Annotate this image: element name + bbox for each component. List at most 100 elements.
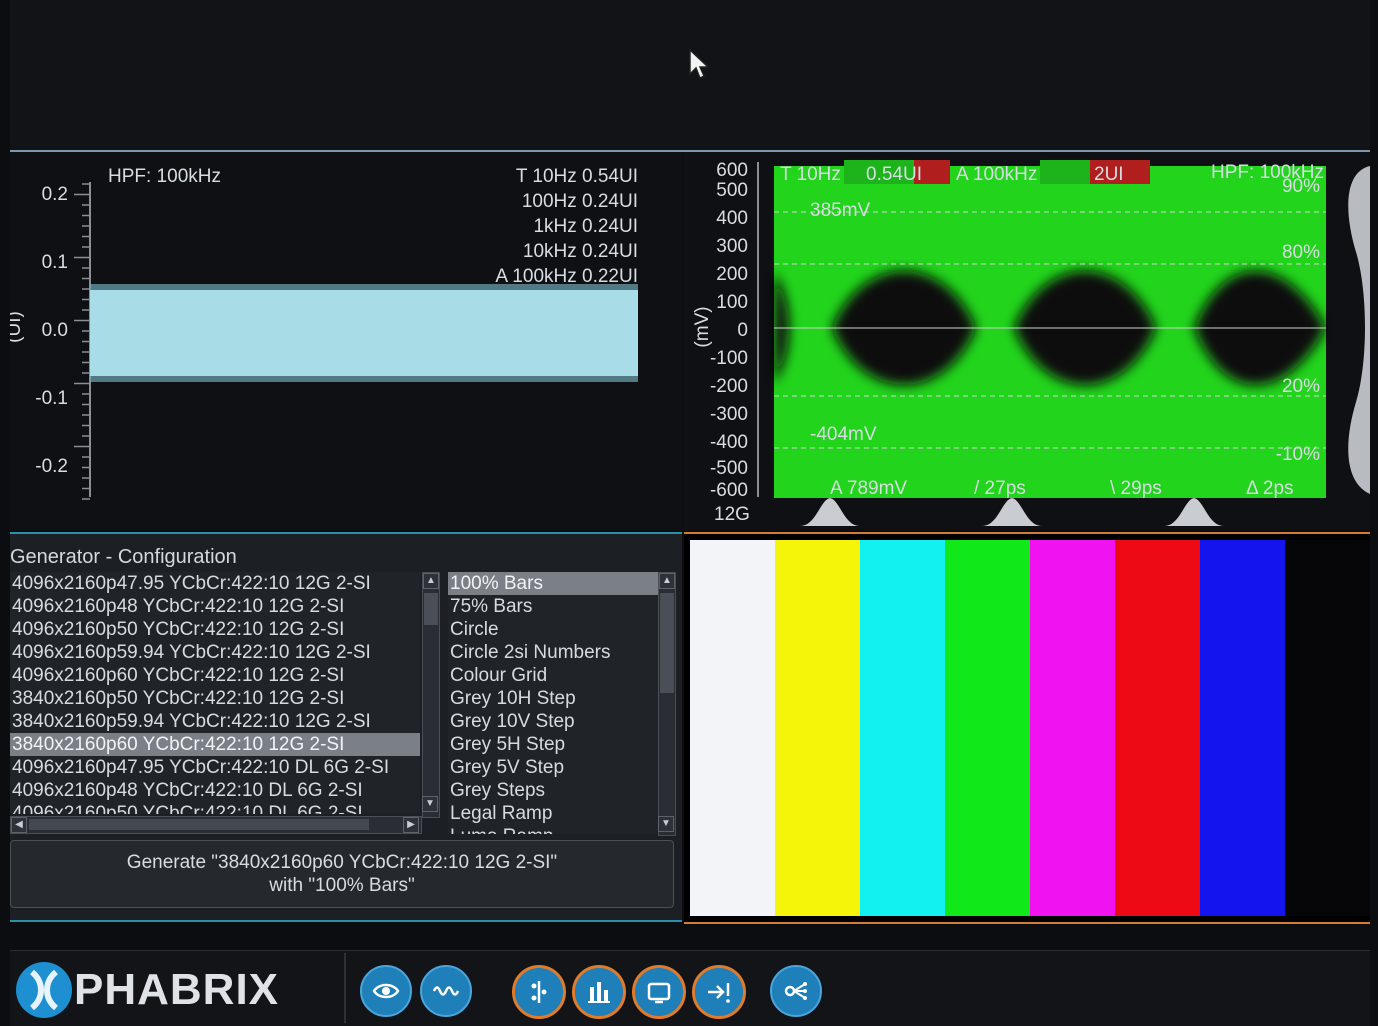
eye-tick-400: 400 (716, 208, 748, 229)
eye-tick-neg600: -600 (710, 480, 748, 501)
format-list-item[interactable]: 4096x2160p47.95 YCbCr:422:10 DL 6G 2-SI (10, 756, 420, 779)
eye-pct-top: 90% (1282, 176, 1320, 197)
eye-tick-100: 100 (716, 292, 748, 313)
histogram-peak-2 (982, 498, 1042, 526)
generate-button-line2: with "100% Bars" (269, 875, 415, 896)
pattern-list-item[interactable]: 100% Bars (448, 572, 658, 595)
pattern-list-item[interactable]: Grey 5H Step (448, 733, 658, 756)
eye-t-value: 0.54UI (866, 164, 922, 185)
bar-chart-button[interactable] (572, 965, 626, 1019)
screen-icon (647, 982, 671, 1004)
eye-tick-neg300: -300 (710, 404, 748, 425)
eye-pct-bottom: -10% (1276, 444, 1320, 465)
format-list-item[interactable]: 4096x2160p48 YCbCr:422:10 12G 2-SI (10, 595, 420, 618)
pattern-scroll-down-arrow-icon[interactable]: ▼ (658, 816, 674, 832)
jitter-reading-1khz: 1kHz 0.24UI (533, 216, 638, 237)
jitter-trace (90, 290, 638, 376)
pattern-list-item[interactable]: Circle (448, 618, 658, 641)
settings-list-button[interactable] (512, 965, 566, 1019)
eye-a-label: A 100kHz (956, 164, 1037, 185)
jitter-y-axis-label: (UI) (10, 311, 25, 343)
view-button[interactable] (360, 965, 412, 1017)
eye-tick-0: 0 (737, 320, 748, 341)
color-bar (775, 540, 860, 916)
format-list-item[interactable]: 4096x2160p50 YCbCr:422:10 DL 6G 2-SI (10, 802, 420, 814)
eye-delta: Δ 2ps (1246, 478, 1294, 499)
jitter-reading-a100khz: A 100kHz 0.22UI (495, 266, 638, 287)
eye-pct-20: 20% (1282, 376, 1320, 397)
format-list-item[interactable]: 3840x2160p60 YCbCr:422:10 12G 2-SI (10, 733, 420, 756)
pattern-list[interactable]: 100% Bars 75% Bars Circle Circle 2si Number… (448, 572, 658, 834)
generate-button[interactable]: Generate "3840x2160p60 YCbCr:422:10 12G … (10, 840, 674, 908)
waveform-button[interactable] (420, 965, 472, 1017)
eye-tick-neg500: -500 (710, 458, 748, 479)
screen-button[interactable] (632, 965, 686, 1019)
format-list-item[interactable]: 4096x2160p50 YCbCr:422:10 12G 2-SI (10, 618, 420, 641)
pattern-list-item[interactable]: Grey 5V Step (448, 756, 658, 779)
pattern-list-item[interactable]: Legal Ramp (448, 802, 658, 825)
waveform-icon (432, 986, 460, 996)
eye-rate-label: 12G (714, 504, 750, 525)
pattern-scroll-up-arrow-icon[interactable]: ▲ (659, 573, 675, 589)
pattern-scroll-thumb[interactable] (660, 593, 674, 693)
format-list-scrollbar[interactable]: ▲ (422, 572, 440, 818)
format-scroll-right-arrow-icon[interactable]: ▶ (403, 817, 419, 833)
eye-level-high: 385mV (810, 200, 871, 221)
color-bar (1285, 540, 1370, 916)
pattern-list-scrollbar[interactable]: ▲ (658, 572, 676, 836)
eye-rise-time: / 27ps (974, 478, 1026, 499)
pattern-list-item[interactable]: Grey Steps (448, 779, 658, 802)
color-bar (945, 540, 1030, 916)
pattern-list-item[interactable]: Circle 2si Numbers (448, 641, 658, 664)
format-list-item[interactable]: 3840x2160p59.94 YCbCr:422:10 12G 2-SI (10, 710, 420, 733)
mouse-pointer-icon (689, 48, 710, 80)
output-button[interactable] (692, 965, 746, 1019)
format-scroll-down-arrow-icon[interactable]: ▼ (422, 796, 438, 812)
format-list-item[interactable]: 4096x2160p59.94 YCbCr:422:10 12G 2-SI (10, 641, 420, 664)
eye-tick-600: 600 (716, 160, 748, 181)
format-list[interactable]: 4096x2160p47.95 YCbCr:422:10 12G 2-SI 409… (10, 572, 420, 814)
format-list-item[interactable]: 4096x2160p48 YCbCr:422:10 DL 6G 2-SI (10, 779, 420, 802)
jitter-tick-neg0.1: -0.1 (35, 388, 68, 409)
color-bar (1030, 540, 1115, 916)
pattern-preview-panel (684, 532, 1370, 924)
format-scroll-up-arrow-icon[interactable]: ▲ (423, 573, 439, 589)
jitter-plot: (UI) 0.2 0.1 0.0 -0.1 -0.2 HPF: 100kHz T… (10, 166, 638, 500)
eye-tick-300: 300 (716, 236, 748, 257)
jitter-tick-0.2: 0.2 (42, 184, 68, 205)
pattern-list-item[interactable]: Grey 10H Step (448, 687, 658, 710)
pattern-list-item[interactable]: Colour Grid (448, 664, 658, 687)
eye-fall-time: \ 29ps (1110, 478, 1162, 499)
output-icon (708, 983, 730, 1003)
eye-diagram-panel: (mV) 600 500 400 300 200 100 0 -100 -200… (684, 152, 1370, 530)
phabrix-logo: PHABRIX (14, 959, 279, 1021)
color-bar (1115, 540, 1200, 916)
brand-name: PHABRIX (74, 965, 280, 1014)
format-list-hscrollbar[interactable]: ◀ ▶ (10, 816, 422, 834)
pattern-list-item[interactable]: 75% Bars (448, 595, 658, 618)
pattern-list-item[interactable]: Grey 10V Step (448, 710, 658, 733)
format-hscroll-thumb[interactable] (29, 819, 369, 830)
format-list-item[interactable]: 4096x2160p47.95 YCbCr:422:10 12G 2-SI (10, 572, 420, 595)
histogram-peak-3 (1164, 498, 1224, 526)
jitter-tick-neg0.2: -0.2 (35, 456, 68, 477)
eye-tick-neg100: -100 (710, 348, 748, 369)
eye-tick-neg400: -400 (710, 432, 748, 453)
settings-list-icon (531, 981, 547, 1003)
network-button[interactable] (770, 965, 822, 1017)
format-scroll-left-arrow-icon[interactable]: ◀ (11, 817, 27, 833)
generator-configuration-panel: Generator - Configuration 4096x2160p47.9… (10, 532, 682, 922)
eye-tick-500: 500 (716, 180, 748, 201)
jitter-reading-t10hz: T 10Hz 0.54UI (516, 166, 638, 187)
eye-a-value: 2UI (1094, 164, 1124, 185)
pattern-list-item[interactable]: Luma Ramp (448, 825, 658, 834)
eye-level-low: -404mV (810, 424, 877, 445)
color-bar (690, 540, 775, 916)
toolbar-separator (344, 953, 346, 1023)
format-list-item[interactable]: 3840x2160p50 YCbCr:422:10 12G 2-SI (10, 687, 420, 710)
jitter-hpf-label: HPF: 100kHz (108, 166, 221, 187)
generate-button-line1: Generate "3840x2160p60 YCbCr:422:10 12G … (126, 852, 558, 873)
format-list-item[interactable]: 4096x2160p60 YCbCr:422:10 12G 2-SI (10, 664, 420, 687)
format-scroll-thumb[interactable] (424, 593, 438, 625)
eye-plot: (mV) 600 500 400 300 200 100 0 -100 -200… (692, 160, 1370, 526)
